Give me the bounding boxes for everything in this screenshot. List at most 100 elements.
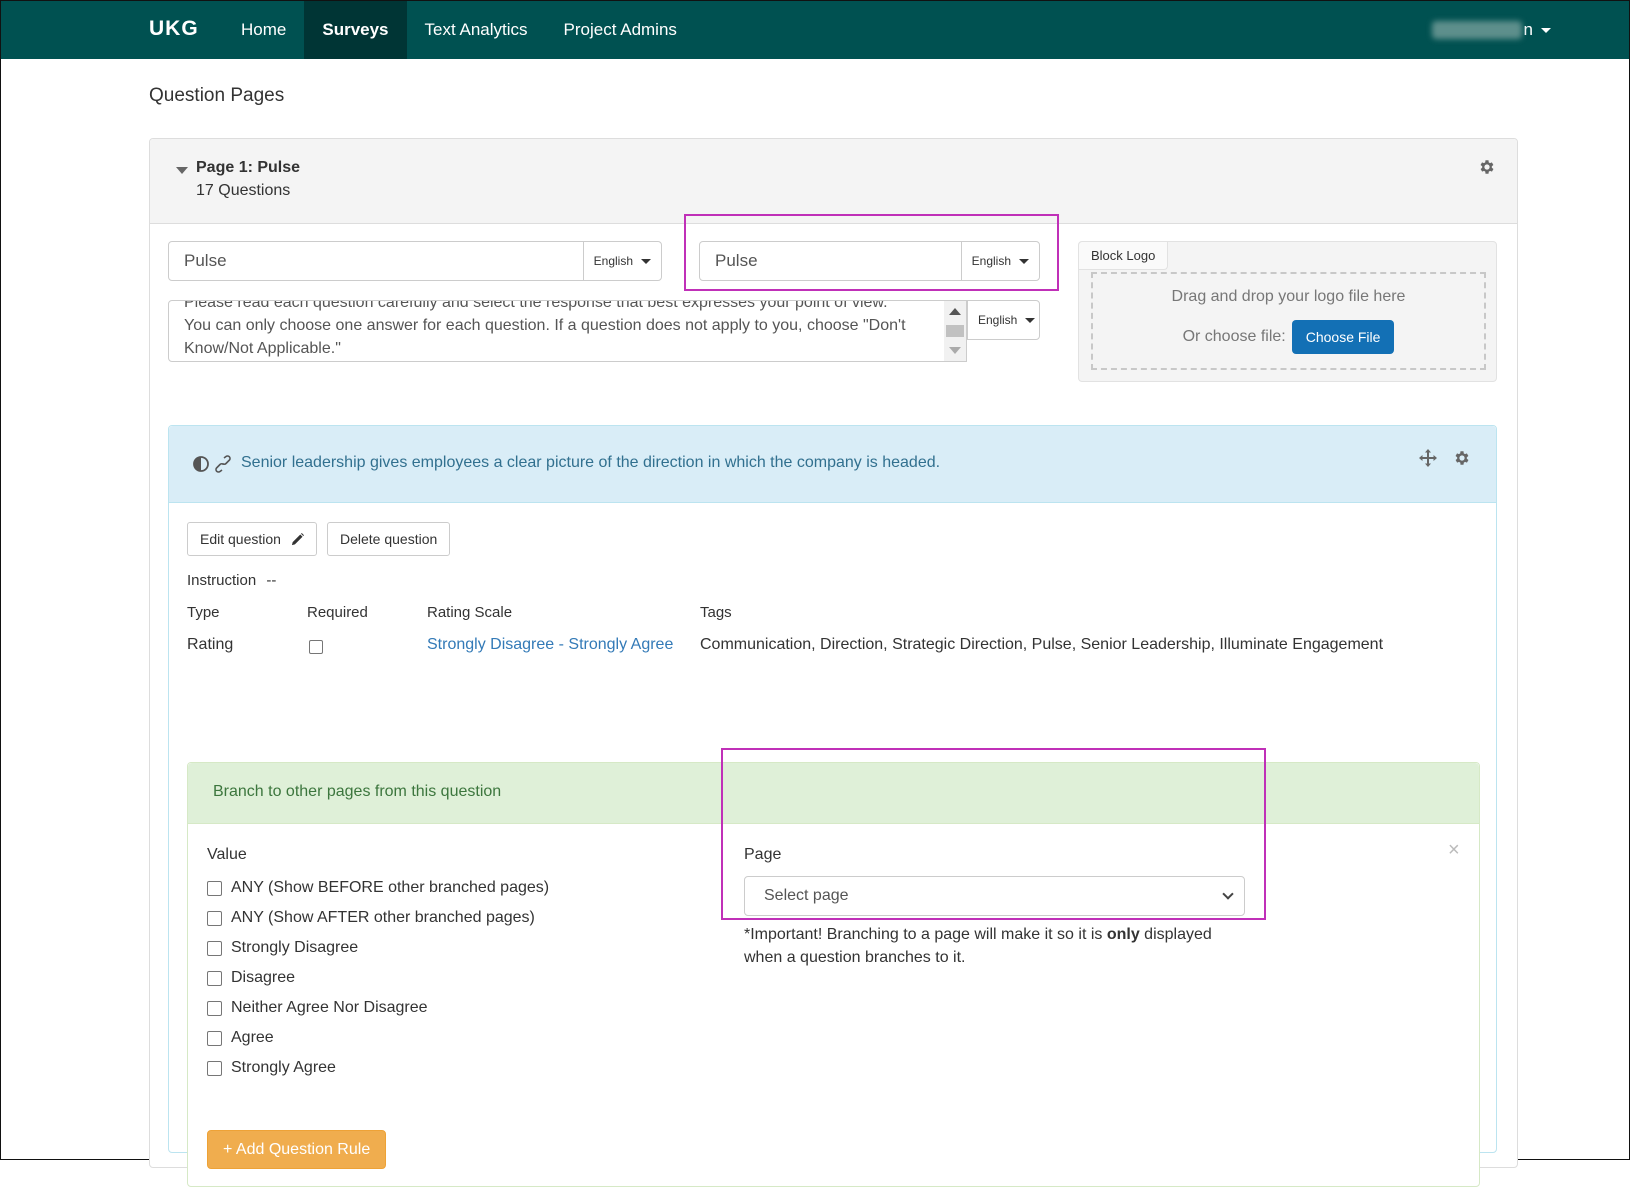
block-logo-tab[interactable]: Block Logo [1079,242,1169,270]
question-header: Senior leadership gives employees a clea… [169,426,1496,503]
logo-dropzone[interactable]: Drag and drop your logo file here Or cho… [1091,272,1486,370]
user-menu[interactable]: n [1431,1,1551,59]
nav-label: Text Analytics [424,20,528,39]
option-label: ANY (Show BEFORE other branched pages) [231,879,550,896]
rating-scale-link[interactable]: Strongly Disagree - Strongly Agree [427,636,673,654]
page-label: Page [744,846,782,863]
checkbox[interactable] [207,1030,222,1046]
option-label: Strongly Disagree [231,939,359,956]
choose-file-button[interactable]: Choose File [1291,320,1395,354]
checkbox[interactable] [207,910,222,926]
page-select[interactable]: Select page [744,876,1245,916]
contrast-icon[interactable] [193,456,209,472]
checkbox[interactable] [207,1060,222,1076]
note-text: *Important! Branching to a page will mak… [744,926,1107,943]
question-text: Senior leadership gives employees a clea… [241,454,941,471]
question-panel: Senior leadership gives employees a clea… [168,425,1497,1187]
description-text: Please read each question carefully and … [184,300,940,360]
required-checkbox[interactable] [309,640,323,654]
ukg-logo[interactable]: UKG [149,17,199,41]
language-label: English [978,313,1018,327]
caret-down-icon [1025,317,1036,323]
description-partial-line: Please read each question carefully and … [184,300,888,311]
move-arrows-icon[interactable] [1419,449,1437,467]
branch-option[interactable]: ANY (Show AFTER other branched pages) [207,909,535,927]
note-bold: only [1106,926,1140,943]
language-label: English [971,254,1011,268]
description-visible-text: You can only choose one answer for each … [184,317,906,357]
branch-option[interactable]: Neither Agree Nor Disagree [207,999,428,1017]
option-label: Agree [231,1029,274,1046]
delete-question-label: Delete question [340,531,438,547]
logo-text: UKG [149,17,199,40]
question-count: 17 Questions [196,182,291,199]
nav-label: Home [241,20,287,39]
close-icon[interactable]: × [1448,839,1460,862]
translated-language-dropdown[interactable]: English [960,242,1039,280]
branch-option[interactable]: Strongly Agree [207,1059,336,1077]
checkbox[interactable] [207,970,222,986]
nav-item-home[interactable]: Home [223,1,304,59]
page-heading: Question Pages [149,85,285,106]
gear-icon[interactable] [1478,158,1496,176]
branch-header: Branch to other pages from this question [188,763,1479,824]
nav-menu: Home Surveys Text Analytics Project Admi… [223,1,695,59]
nav-item-surveys[interactable]: Surveys [304,1,407,59]
page-title: Page 1: Pulse [196,159,301,176]
option-label: ANY (Show AFTER other branched pages) [231,909,535,926]
tags-value: Communication, Direction, Strategic Dire… [700,636,1384,653]
caret-down-icon [1019,258,1029,264]
language-label: English [593,254,633,268]
page-select-placeholder: Select page [764,887,849,904]
page-name-input[interactable] [169,242,583,280]
choose-file-label: Or choose file: [1182,328,1286,345]
chevron-down-icon [1222,888,1234,900]
nav-item-project-admins[interactable]: Project Admins [546,1,695,59]
page-description-textarea[interactable]: Please read each question carefully and … [168,300,967,362]
branching-note: *Important! Branching to a page will mak… [744,923,1245,969]
add-question-rule-button[interactable]: + Add Question Rule [207,1130,387,1169]
branch-option[interactable]: Disagree [207,969,295,987]
edit-question-label: Edit question [200,531,281,547]
instruction-value: -- [266,572,277,589]
link-icon[interactable] [215,455,231,473]
scroll-thumb[interactable] [946,325,964,337]
textarea-scrollbar[interactable] [944,301,966,361]
branch-option[interactable]: ANY (Show BEFORE other branched pages) [207,879,549,897]
checkbox[interactable] [207,940,222,956]
branch-option[interactable]: Strongly Disagree [207,939,358,957]
checkbox[interactable] [207,1000,222,1016]
value-label: Value [207,846,247,863]
scroll-down-arrow-icon[interactable] [949,347,961,354]
user-name-suffix: n [1523,20,1533,39]
question-gear-icon[interactable] [1453,449,1471,467]
nav-label: Project Admins [563,20,677,39]
delete-question-button[interactable]: Delete question [327,522,451,556]
caret-down-icon [1541,27,1551,33]
option-label: Neither Agree Nor Disagree [231,999,428,1016]
caret-down-icon [641,258,651,264]
branch-option[interactable]: Agree [207,1029,274,1047]
type-value: Rating [187,636,234,653]
checkbox[interactable] [207,880,222,896]
instruction-label: Instruction [187,572,257,589]
dropzone-text: Drag and drop your logo file here [1171,288,1406,305]
nav-item-text-analytics[interactable]: Text Analytics [407,1,546,59]
block-logo-panel: Block Logo Drag and drop your logo file … [1078,241,1497,382]
translated-name-input-group: English [699,241,1040,281]
option-label: Strongly Agree [231,1059,336,1076]
instruction-row: Instruction -- [187,572,276,589]
question-icons [193,455,231,473]
choose-file-row: Or choose file: Choose File [1093,320,1484,354]
translated-name-input[interactable] [700,242,961,280]
edit-question-button[interactable]: Edit question [187,522,317,556]
rating-scale-label: Rating Scale [427,604,513,621]
scroll-up-arrow-icon[interactable] [949,308,961,315]
collapse-triangle-icon[interactable] [176,167,188,174]
page-name-language-dropdown[interactable]: English [582,242,661,280]
redacted-user-name [1431,21,1522,39]
branch-panel: Branch to other pages from this question… [187,762,1480,1187]
description-language-dropdown[interactable]: English [967,300,1040,340]
type-label: Type [187,604,220,621]
page-name-input-group: English [168,241,662,281]
